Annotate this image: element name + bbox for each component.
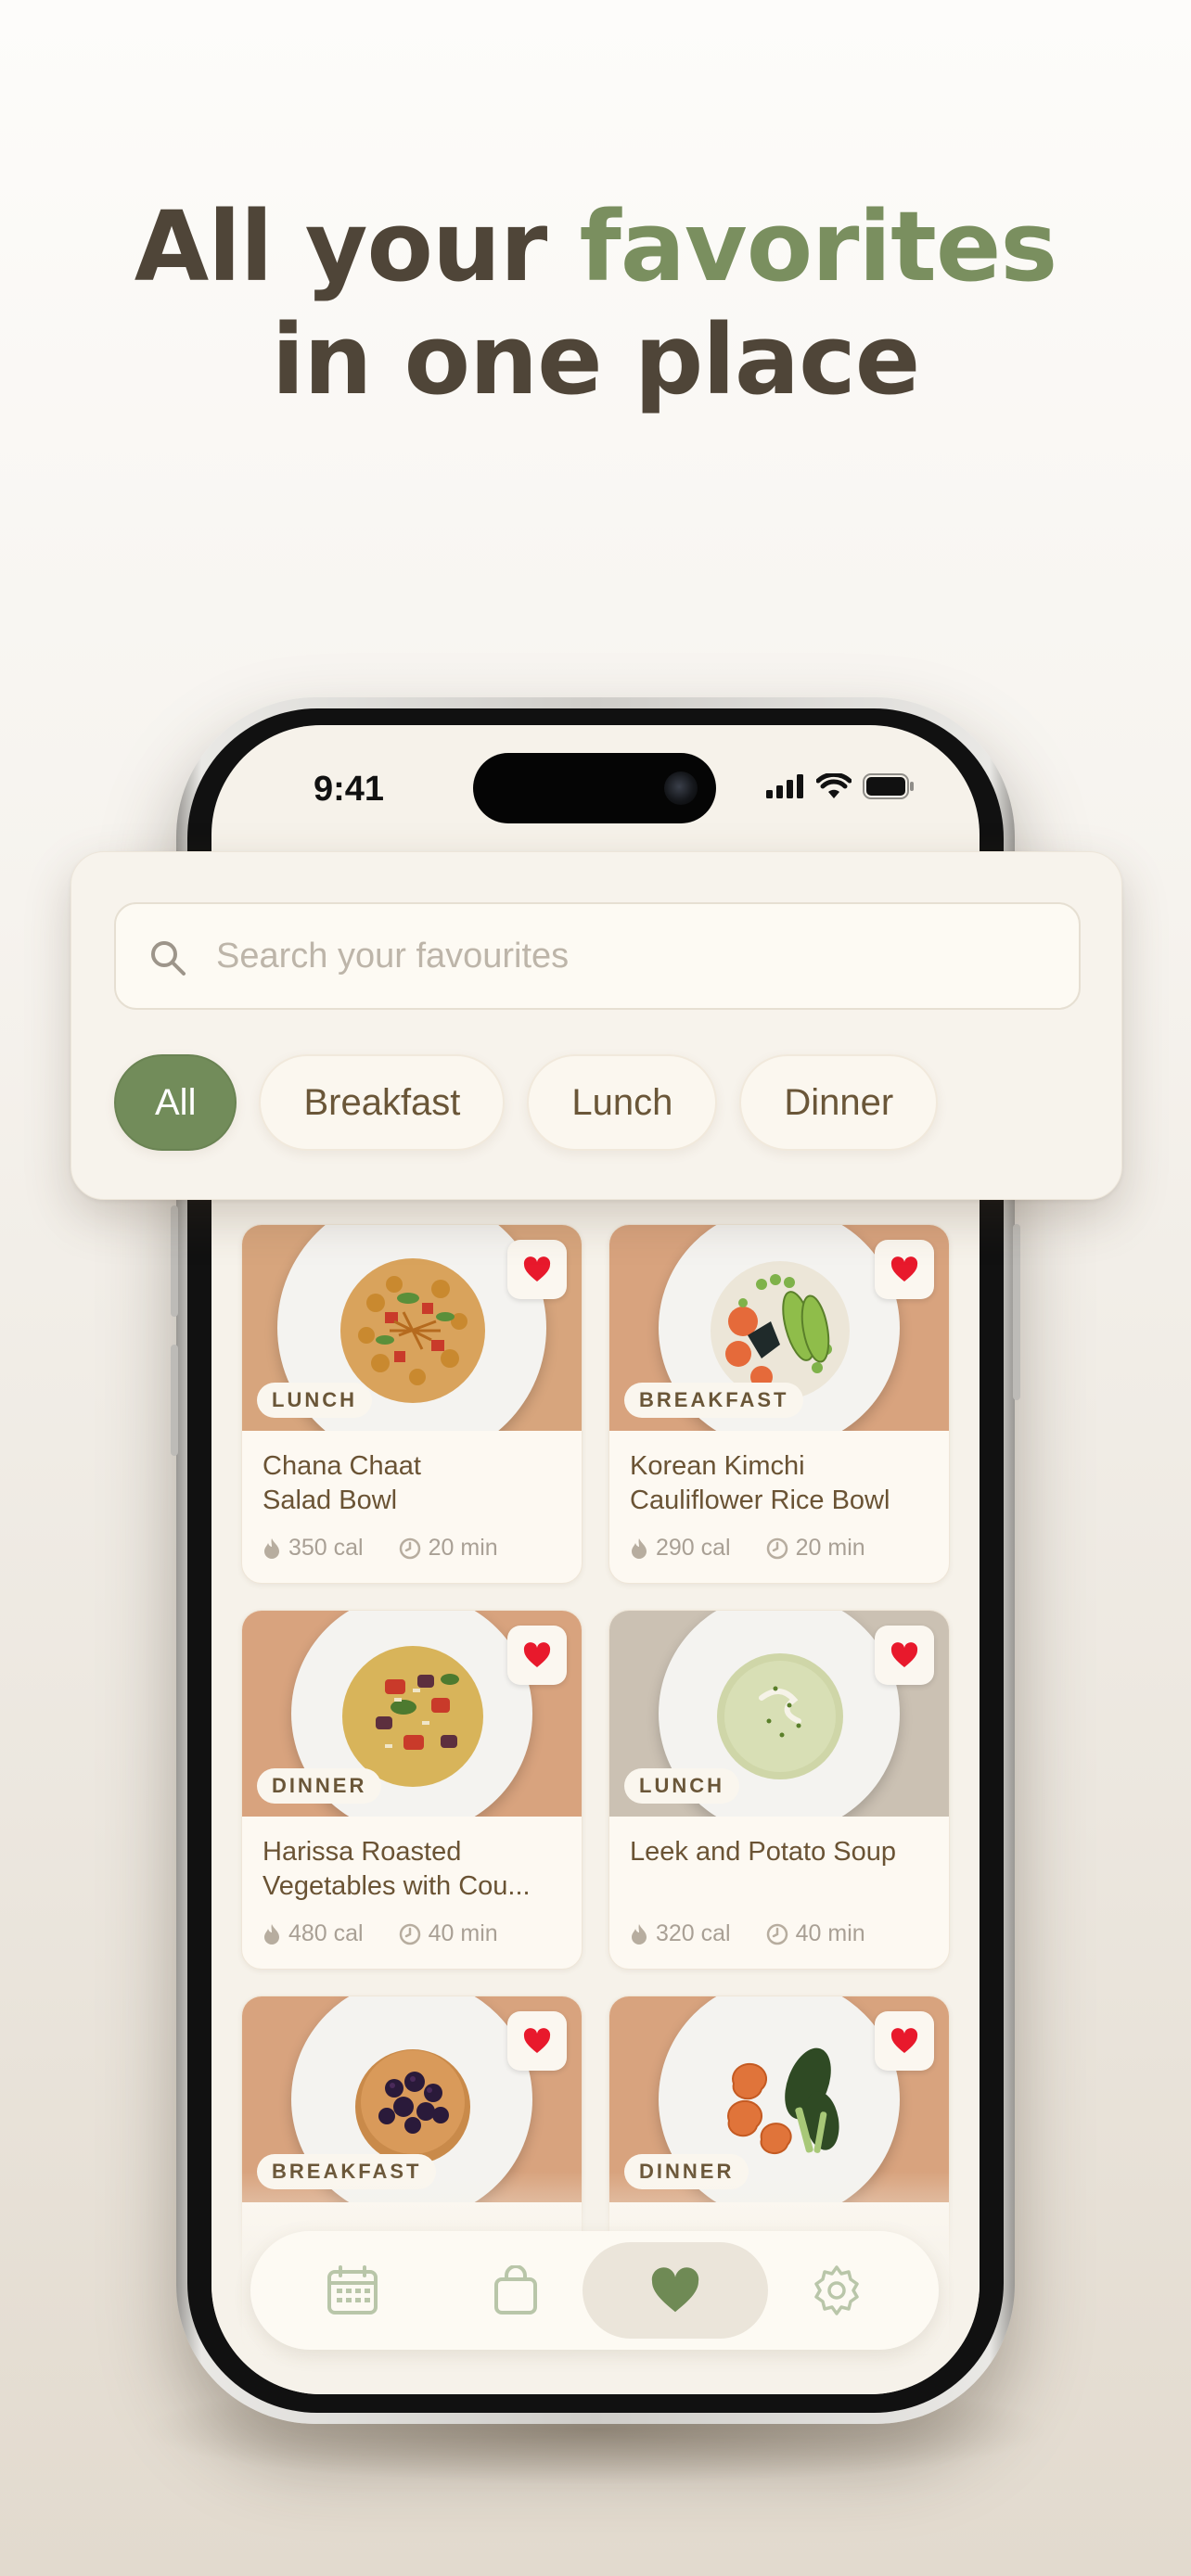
search-icon — [151, 941, 186, 976]
recipe-title: Leek and Potato Soup — [630, 1837, 897, 1867]
tab-settings[interactable] — [790, 2244, 883, 2337]
signal-icon — [766, 774, 803, 798]
volume-down-button — [171, 1345, 178, 1456]
recipe-image: DINNER — [242, 1611, 582, 1817]
volume-up-button — [171, 1205, 178, 1317]
favorite-button[interactable] — [507, 1240, 567, 1299]
favorite-button[interactable] — [875, 1240, 934, 1299]
recipe-image: BREAKFAST — [609, 1225, 949, 1431]
favorite-button[interactable] — [875, 2011, 934, 2071]
flame-icon — [632, 1537, 647, 1559]
shopping-bag-icon — [494, 2265, 537, 2315]
recipe-meta: 480 cal 40 min — [263, 1920, 498, 1947]
calories: 320 cal — [656, 1920, 731, 1946]
recipe-meta: 290 cal 20 min — [630, 1535, 865, 1562]
calories: 290 cal — [656, 1535, 731, 1561]
headline-accent: favorites — [579, 190, 1058, 303]
power-button — [1013, 1224, 1020, 1400]
tab-bar — [250, 2231, 939, 2350]
camera-icon — [664, 772, 698, 805]
search-bar[interactable] — [114, 902, 1081, 1010]
recipe-card[interactable]: LUNCH Chana Chaat Salad Bowl 350 cal 20 … — [241, 1224, 583, 1584]
filter-chip-lunch[interactable]: Lunch — [527, 1054, 718, 1151]
dynamic-island — [473, 753, 716, 823]
tab-favorites[interactable] — [629, 2244, 722, 2337]
favorite-button[interactable] — [507, 1626, 567, 1685]
recipe-image: LUNCH — [242, 1225, 582, 1431]
search-input[interactable] — [216, 928, 1051, 984]
clock-icon — [399, 1923, 420, 1945]
heart-icon — [523, 2028, 551, 2053]
favorite-button[interactable] — [875, 1626, 934, 1685]
recipe-meta: 350 cal 20 min — [263, 1535, 498, 1562]
heart-icon — [890, 1256, 918, 1282]
cook-time: 40 min — [428, 1920, 498, 1946]
meal-tag: LUNCH — [257, 1383, 372, 1418]
status-icons — [766, 773, 915, 799]
heart-icon — [890, 2028, 918, 2053]
meal-tag: DINNER — [257, 1768, 382, 1804]
flame-icon — [264, 1537, 279, 1559]
meal-tag: LUNCH — [624, 1768, 739, 1804]
recipe-image: LUNCH — [609, 1611, 949, 1817]
filter-chip-dinner[interactable]: Dinner — [739, 1054, 939, 1151]
headline-line-2: in one place — [271, 303, 921, 416]
meal-tag: BREAKFAST — [624, 1383, 804, 1418]
calories: 350 cal — [288, 1535, 364, 1561]
recipe-card[interactable]: LUNCH Leek and Potato Soup 320 cal 40 mi… — [608, 1610, 950, 1970]
clock-icon — [399, 1537, 420, 1559]
recipe-card[interactable]: BREAKFAST Korean Kimchi Cauliflower Rice… — [608, 1224, 950, 1584]
status-time: 9:41 — [314, 770, 385, 809]
tab-calendar[interactable] — [306, 2244, 399, 2337]
heart-icon — [651, 2267, 699, 2313]
filter-chip-breakfast[interactable]: Breakfast — [259, 1054, 506, 1151]
cook-time: 40 min — [795, 1920, 865, 1946]
clock-icon — [766, 1537, 788, 1559]
headline: All your favorites in one place — [0, 190, 1191, 416]
search-filter-panel: All Breakfast Lunch Dinner — [70, 851, 1122, 1200]
battery-icon — [863, 773, 914, 799]
recipe-card[interactable]: DINNER Harissa Roasted Vegetables with C… — [241, 1610, 583, 1970]
heart-icon — [890, 1642, 918, 1667]
filter-chips: All Breakfast Lunch Dinner — [114, 1054, 939, 1151]
cook-time: 20 min — [428, 1535, 498, 1561]
headline-prefix: All your — [134, 190, 580, 303]
calendar-icon — [327, 2265, 378, 2315]
heart-icon — [523, 1256, 551, 1282]
gear-icon — [814, 2265, 859, 2315]
recipe-meta: 320 cal 40 min — [630, 1920, 865, 1947]
flame-icon — [632, 1923, 647, 1945]
wifi-icon — [816, 773, 852, 798]
heart-icon — [523, 1642, 551, 1667]
clock-icon — [766, 1923, 788, 1945]
recipe-title: Korean Kimchi Cauliflower Rice Bowl — [630, 1451, 890, 1515]
recipe-title: Chana Chaat Salad Bowl — [263, 1451, 421, 1515]
calories: 480 cal — [288, 1920, 364, 1946]
flame-icon — [264, 1923, 279, 1945]
favorite-button[interactable] — [507, 2011, 567, 2071]
filter-chip-all[interactable]: All — [114, 1054, 237, 1151]
recipe-title: Harissa Roasted Vegetables with Cou... — [263, 1837, 531, 1901]
headline-line-1: All your favorites — [0, 190, 1191, 303]
tab-shopping[interactable] — [469, 2244, 562, 2337]
cook-time: 20 min — [795, 1535, 865, 1561]
